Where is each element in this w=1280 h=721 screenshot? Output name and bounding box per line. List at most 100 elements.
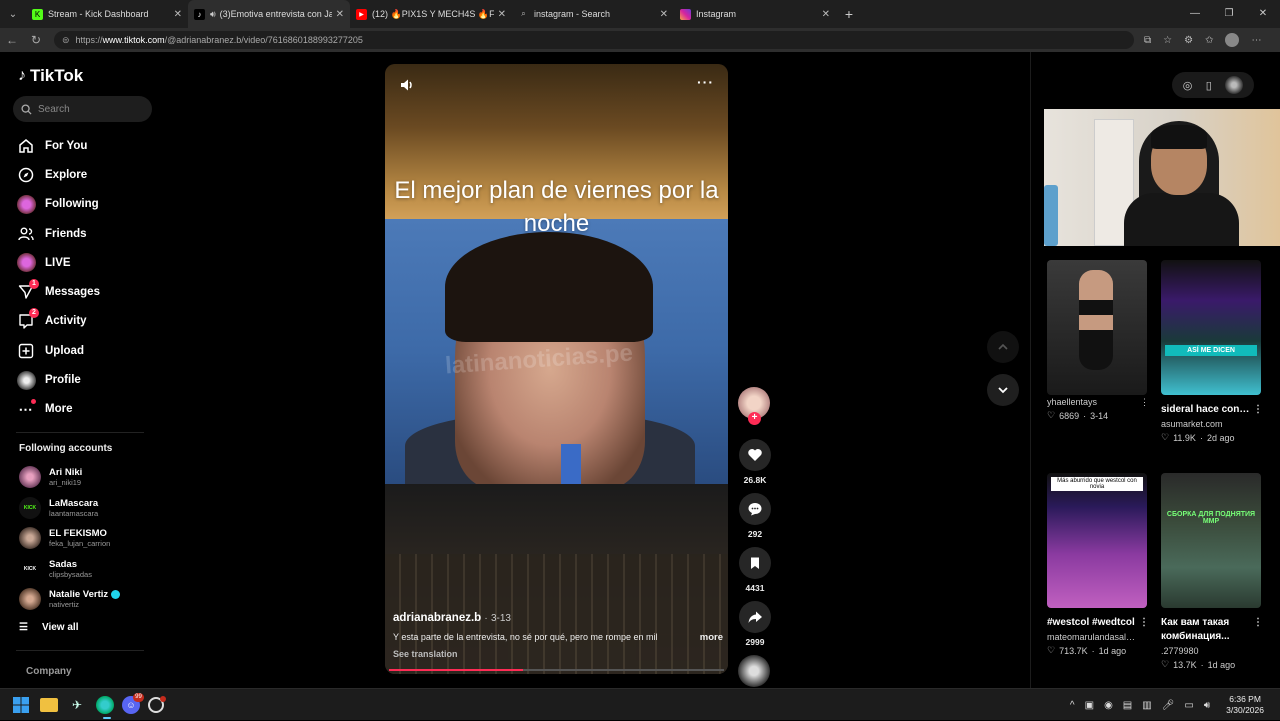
windows-start-icon[interactable] <box>10 694 32 716</box>
company-link[interactable]: Company <box>26 666 72 677</box>
video-info: adrianabranez.b · 3-13 Y esta parte de l… <box>393 612 723 659</box>
options-icon[interactable]: ⋮ <box>1253 616 1263 630</box>
following-account-item[interactable]: KICK LaMascara laantamascara <box>19 493 154 524</box>
post-date: 3-14 <box>1090 410 1109 421</box>
tray-app-icon[interactable]: ▣ <box>1085 700 1094 711</box>
file-explorer-icon[interactable] <box>40 697 58 712</box>
clock[interactable]: 6:36 PM 3/30/2026 <box>1226 694 1264 716</box>
split-screen-icon[interactable]: ⧉ <box>1144 35 1151 46</box>
browser-tab[interactable]: ⌕ instagram - Search ✕ <box>512 0 674 28</box>
like-button[interactable]: 26.8K <box>738 439 772 485</box>
browser-menu-icon[interactable]: ⋯ <box>1251 35 1261 46</box>
microphone-icon[interactable]: 🎤︎ <box>1162 700 1175 711</box>
sidebar-item-messages[interactable]: 1 Messages <box>16 277 156 306</box>
sidebar-item-following[interactable]: Following <box>16 190 156 219</box>
music-disc-avatar[interactable] <box>738 655 770 687</box>
phone-icon[interactable]: ▯ <box>1206 79 1212 92</box>
options-icon[interactable]: ⋮ <box>1139 616 1149 630</box>
recommended-video[interactable]: ASÍ ME DICEN sideral hace concurso de fe… <box>1161 260 1263 443</box>
tiktok-logo[interactable]: ♪ TikTok <box>18 66 83 86</box>
browser-tab[interactable]: K Stream - Kick Dashboard ✕ <box>26 0 188 28</box>
save-button[interactable]: 4431 <box>738 547 772 593</box>
following-icon <box>16 194 36 214</box>
sidebar-item-more[interactable]: ⋯ More <box>16 395 156 424</box>
following-account-item[interactable]: Natalie Vertiz nativertiz <box>19 584 154 615</box>
close-tab-icon[interactable]: ✕ <box>660 9 668 20</box>
recommended-video[interactable]: СБОРКА ДЛЯ ПОДНЯТИЯ ММР Как вам такая ко… <box>1161 473 1263 670</box>
recommended-video[interactable]: yhaellentays ⋮ ♡ 6869 · 3-14 <box>1047 260 1149 421</box>
favorite-star-icon[interactable]: ☆ <box>1163 35 1172 46</box>
search-icon <box>21 103 32 115</box>
extensions-icon[interactable]: ⚙ <box>1184 35 1193 46</box>
close-tab-icon[interactable]: ✕ <box>336 9 344 20</box>
tray-overflow-icon[interactable]: ^ <box>1070 700 1075 711</box>
recommended-video[interactable]: Más aburrido que westcol con novia #west… <box>1047 473 1149 656</box>
options-icon[interactable]: ⋮ <box>1140 397 1149 407</box>
comment-button[interactable]: 292 <box>738 493 772 539</box>
sidebar-item-activity[interactable]: 2 Activity <box>16 307 156 336</box>
options-icon[interactable]: ⋮ <box>1253 403 1263 417</box>
url-field[interactable]: ⊜ https://www.tiktok.com/@adrianabranez.… <box>54 31 1134 49</box>
edge-browser-icon[interactable] <box>96 695 114 719</box>
close-window-icon[interactable]: ✕ <box>1246 0 1280 28</box>
network-icon[interactable]: ▭ <box>1184 700 1193 711</box>
refresh-icon[interactable]: ↻ <box>24 33 48 47</box>
steam-icon[interactable]: ✈ <box>66 694 88 716</box>
minimize-icon[interactable]: — <box>1178 0 1212 28</box>
close-tab-icon[interactable]: ✕ <box>822 9 830 20</box>
video-more-options-icon[interactable]: ··· <box>697 74 714 90</box>
user-avatar[interactable] <box>1225 76 1244 94</box>
avatar <box>19 466 41 489</box>
video-progress-bar[interactable] <box>389 669 724 671</box>
obs-icon[interactable] <box>148 695 166 713</box>
more-button[interactable]: more <box>700 632 723 643</box>
following-account-item[interactable]: Ari Niki ari_niki19 <box>19 462 154 493</box>
account-name: Ari Niki <box>49 467 83 479</box>
video-author[interactable]: adrianabranez.b · 3-13 <box>393 612 723 624</box>
sidebar-item-profile[interactable]: Profile <box>16 365 156 394</box>
close-tab-icon[interactable]: ✕ <box>498 9 506 20</box>
sidebar-item-upload[interactable]: Upload <box>16 336 156 365</box>
volume-icon[interactable] <box>399 77 415 93</box>
new-tab-button[interactable]: + <box>836 6 862 22</box>
following-account-item[interactable]: EL FEKISMO feka_lujan_carrion <box>19 523 154 554</box>
close-tab-icon[interactable]: ✕ <box>174 9 182 20</box>
back-icon[interactable]: ← <box>0 33 24 47</box>
view-all-link[interactable]: ☰ View all <box>19 622 78 633</box>
volume-tray-icon[interactable]: 🔊︎ <box>1204 700 1210 711</box>
discord-icon[interactable]: ☺ 99 <box>122 692 144 714</box>
favorites-icon[interactable]: ✩ <box>1205 35 1213 46</box>
browser-tab[interactable]: Instagram ✕ <box>674 0 836 28</box>
restore-icon[interactable]: ❐ <box>1212 0 1246 28</box>
previous-video-button[interactable] <box>987 331 1019 363</box>
share-button[interactable]: 2999 <box>738 601 772 647</box>
coin-icon[interactable]: ◎ <box>1183 79 1193 92</box>
creator-avatar[interactable]: + <box>738 387 770 425</box>
title-text: Как вам такая комбинация... <box>1161 617 1230 642</box>
browser-tab-active[interactable]: ♪ 🔊︎ (3)Emotiva entrevista con Jaime ✕ <box>188 0 350 28</box>
see-translation-link[interactable]: See translation <box>393 649 723 659</box>
share-count: 2999 <box>745 637 765 647</box>
tray-app-icon[interactable]: ▥ <box>1142 700 1151 711</box>
following-account-item[interactable]: KICK Sadas clipsbysadas <box>19 554 154 585</box>
tray-app-icon[interactable]: ◉ <box>1104 700 1113 711</box>
speaker-icon[interactable]: 🔊︎ <box>210 9 216 20</box>
video-stats: ♡ 6869 · 3-14 <box>1047 410 1149 421</box>
windows-taskbar: ✈ ☺ 99 ^ ▣ ◉ ▤ ▥ 🎤︎ ▭ 🔊︎ 6:36 PM 3/30/202… <box>0 688 1280 720</box>
video-player[interactable]: latinanoticias.pe El mejor plan de viern… <box>385 64 728 674</box>
site-info-icon[interactable]: ⊜ <box>62 35 70 46</box>
video-stats: ♡ 713.7K · 1d ago <box>1047 645 1149 656</box>
follow-plus-icon[interactable]: + <box>748 412 761 425</box>
tray-app-icon[interactable]: ▤ <box>1123 700 1132 711</box>
sidebar-item-friends[interactable]: Friends <box>16 219 156 248</box>
like-count: 6869 <box>1059 410 1080 421</box>
sidebar-item-for-you[interactable]: For You <box>16 131 156 160</box>
sidebar-item-explore[interactable]: Explore <box>16 160 156 189</box>
profile-avatar[interactable] <box>1225 33 1240 47</box>
sidebar-item-live[interactable]: LIVE <box>16 248 156 277</box>
next-video-button[interactable] <box>987 374 1019 406</box>
home-icon <box>16 136 36 156</box>
search-input[interactable]: Search <box>13 96 152 122</box>
browser-tab[interactable]: ▶ (12) 🔥PIX1S Y MECH4S 🔥FIESTA ✕ <box>350 0 512 28</box>
tab-actions-button[interactable]: ⌄ <box>0 0 26 28</box>
